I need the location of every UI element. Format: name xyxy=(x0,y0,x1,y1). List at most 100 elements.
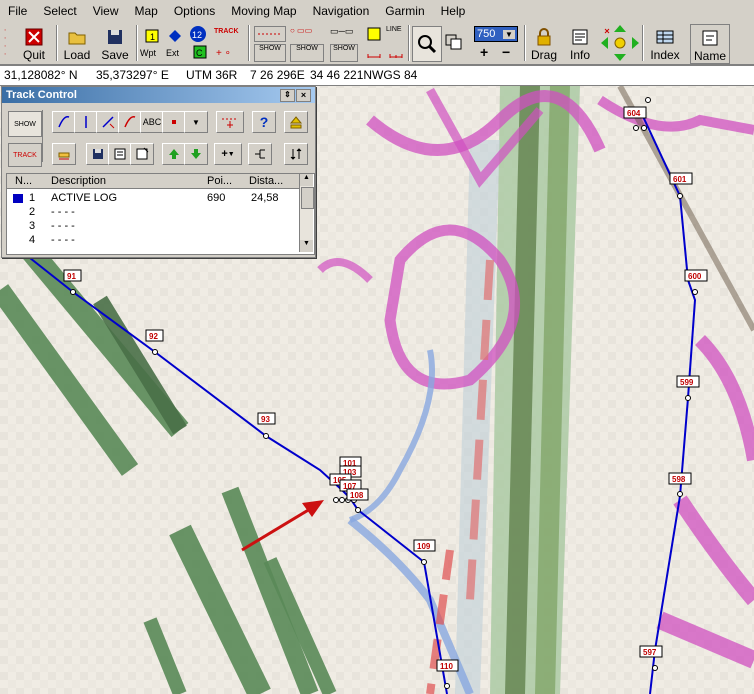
zoom-in-button[interactable]: + xyxy=(480,44,488,60)
ruler-icon[interactable] xyxy=(386,44,406,60)
waypoint-label: 600 xyxy=(688,272,702,281)
scroll-up-icon[interactable]: ▲ xyxy=(300,174,313,186)
name-button[interactable]: Name xyxy=(690,24,730,64)
track-edit-tool[interactable] xyxy=(96,111,120,133)
track-point xyxy=(645,97,651,103)
upload-button[interactable] xyxy=(284,111,308,133)
menu-select[interactable]: Select xyxy=(35,4,84,18)
zoom-out-button[interactable]: − xyxy=(502,44,510,60)
column-header-n[interactable]: N... xyxy=(15,174,41,188)
track-table: N... Description Poi... Dista... 1 ACTIV… xyxy=(6,173,315,255)
map-overlay-icon[interactable] xyxy=(444,34,464,50)
upload-icon xyxy=(289,116,303,129)
measure-icon[interactable] xyxy=(364,44,384,60)
index-button[interactable]: Index xyxy=(648,24,682,62)
row-number: 4 xyxy=(29,234,36,246)
chevron-down-icon[interactable]: ▼ xyxy=(503,29,515,39)
waypoint-flag-icon[interactable] xyxy=(364,26,384,42)
collapse-button[interactable]: ⇕ xyxy=(280,89,295,102)
add-track-button[interactable] xyxy=(216,111,244,133)
menu-moving-map[interactable]: Moving Map xyxy=(223,4,304,18)
track-small-label[interactable]: TRACK xyxy=(214,28,239,35)
track-control-titlebar[interactable]: Track Control ⇕ × xyxy=(2,87,315,103)
scroll-down-icon[interactable]: ▼ xyxy=(300,240,313,252)
table-row[interactable]: 3 - - - - xyxy=(7,219,299,233)
panel-divider xyxy=(42,110,43,162)
track-split-tool[interactable] xyxy=(118,111,142,133)
split-icon xyxy=(124,115,136,128)
zoom-button[interactable] xyxy=(412,26,442,62)
dropdown-tool[interactable]: ▼ xyxy=(184,111,208,133)
join-tracks-button[interactable] xyxy=(248,143,272,165)
toolbar-separator xyxy=(524,25,526,61)
table-scrollbar[interactable]: ▲ ▼ xyxy=(299,174,314,252)
dot-tool[interactable] xyxy=(162,111,186,133)
menu-view[interactable]: View xyxy=(85,4,127,18)
sort-icon xyxy=(290,148,302,160)
zoom-select[interactable]: 750 ▼ xyxy=(474,26,518,42)
menu-navigation[interactable]: Navigation xyxy=(305,4,378,18)
easting: 7 26 296E xyxy=(250,68,305,82)
question-icon: ? xyxy=(259,114,269,130)
route-number-icon[interactable]: 12 xyxy=(188,26,208,42)
show-rte-label: SHOW xyxy=(333,45,355,52)
track-list-button[interactable] xyxy=(108,143,132,165)
show-waypoints-button[interactable]: SHOW xyxy=(290,44,324,62)
help-button[interactable]: ? xyxy=(252,111,276,133)
waypoint-list-icon[interactable]: ○ ▭▭ xyxy=(290,26,322,40)
line-tool[interactable]: LINE xyxy=(386,26,402,33)
abc-label-tool[interactable]: ABC xyxy=(140,111,164,133)
waypoint-icon[interactable]: 1 xyxy=(142,28,162,44)
track-properties-button[interactable] xyxy=(130,143,154,165)
menu-help[interactable]: Help xyxy=(433,4,474,18)
menu-map[interactable]: Map xyxy=(127,4,166,18)
green-c-icon[interactable]: C xyxy=(190,44,210,60)
table-row[interactable]: 1 ACTIVE LOG 690 24,58 xyxy=(7,191,299,205)
pan-control[interactable] xyxy=(600,24,640,62)
toolbar-separator xyxy=(136,25,138,61)
scroll-thumb[interactable] xyxy=(301,187,314,209)
track-point-tool[interactable] xyxy=(74,111,98,133)
table-row[interactable]: 4 - - - - xyxy=(7,233,299,247)
add-dropdown-button[interactable]: + ▼ xyxy=(214,143,242,165)
track-add-icon[interactable]: + ∘ xyxy=(216,48,231,59)
toolbar: Quit Load Save 1 12 Wpt Ext C TRACK + ∘ … xyxy=(0,22,754,65)
menu-options[interactable]: Options xyxy=(166,4,223,18)
quit-button[interactable]: Quit xyxy=(20,24,48,62)
move-up-button[interactable] xyxy=(162,143,186,165)
drag-button[interactable]: Drag xyxy=(530,24,558,62)
column-header-distance[interactable]: Dista... xyxy=(249,174,297,188)
save-label: Save xyxy=(101,48,129,62)
diamond-icon[interactable] xyxy=(165,28,185,44)
save-button[interactable]: Save xyxy=(100,24,130,62)
waypoint-label: 599 xyxy=(680,378,694,387)
show-label: SHOW xyxy=(259,45,281,52)
sort-button[interactable] xyxy=(284,143,308,165)
column-header-points[interactable]: Poi... xyxy=(207,174,241,188)
route-list-icon[interactable]: ▭─▭ xyxy=(330,26,356,40)
track-delete-button[interactable] xyxy=(52,143,76,165)
load-label: Load xyxy=(63,48,91,62)
show-tracks-button[interactable]: SHOW xyxy=(254,44,286,62)
show-track-button[interactable]: SHOW xyxy=(8,111,42,137)
table-row[interactable]: 2 - - - - xyxy=(7,205,299,219)
show-routes-button[interactable]: SHOW xyxy=(330,44,358,62)
menu-garmin[interactable]: Garmin xyxy=(377,4,432,18)
menu-file[interactable]: File xyxy=(0,4,35,18)
show-track-label: SHOW xyxy=(14,120,36,128)
column-header-description[interactable]: Description xyxy=(51,174,201,188)
track-list-icon[interactable] xyxy=(254,26,286,42)
waypoint-label: 91 xyxy=(67,272,76,281)
info-button[interactable]: Info xyxy=(566,24,594,62)
curve-icon xyxy=(58,115,70,128)
track-line-tool[interactable] xyxy=(52,111,76,133)
toolbar-separator xyxy=(408,25,410,61)
dot-icon xyxy=(172,120,176,124)
track-mode-button[interactable]: TRACK xyxy=(8,143,42,167)
track-save-button[interactable] xyxy=(86,143,110,165)
load-button[interactable]: Load xyxy=(62,24,92,62)
close-icon[interactable]: × xyxy=(296,89,311,102)
magnifier-icon xyxy=(418,35,437,54)
move-down-button[interactable] xyxy=(184,143,208,165)
track-point xyxy=(339,497,345,503)
